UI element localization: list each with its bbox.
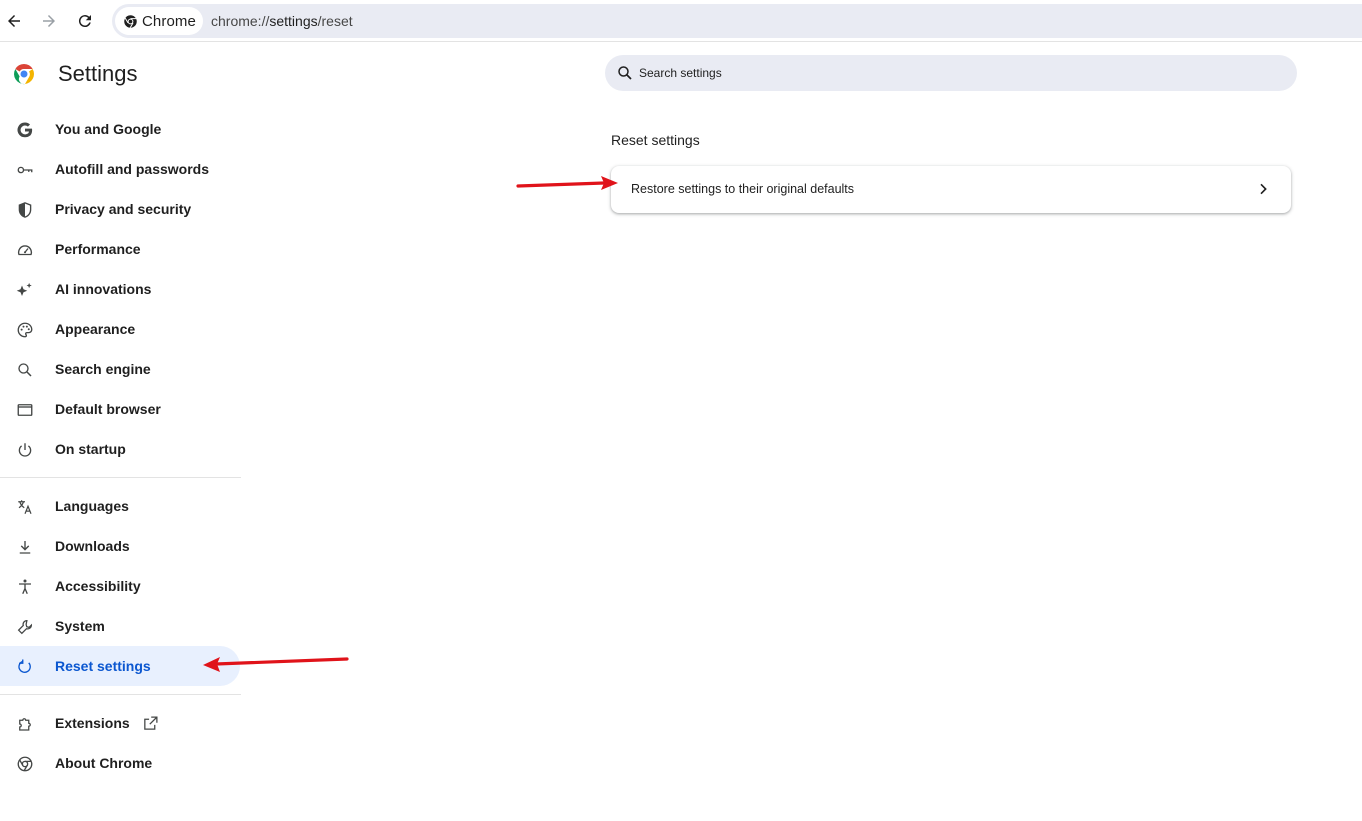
sidebar-item-accessibility[interactable]: Accessibility xyxy=(0,566,240,606)
open-in-new-icon xyxy=(144,716,158,730)
sidebar-item-autofill[interactable]: Autofill and passwords xyxy=(0,149,240,189)
sidebar-item-label: About Chrome xyxy=(55,755,153,771)
translate-icon xyxy=(15,497,34,516)
reload-button[interactable] xyxy=(73,9,97,33)
search-icon xyxy=(15,360,34,379)
key-icon xyxy=(15,160,34,179)
url-path: /reset xyxy=(317,13,353,29)
url-text[interactable]: chrome://settings/reset xyxy=(211,13,353,29)
annotation-arrow-to-restore-row xyxy=(516,176,618,190)
sidebar-item-reset-settings[interactable]: Reset settings xyxy=(0,646,240,686)
restore-defaults-row[interactable]: Restore settings to their original defau… xyxy=(611,166,1291,213)
sidebar-divider xyxy=(0,694,241,695)
browser-toolbar: Chrome chrome://settings/reset xyxy=(0,0,1362,42)
section-title: Reset settings xyxy=(611,132,700,148)
chrome-icon xyxy=(15,754,34,773)
arrow-left-icon xyxy=(8,15,20,27)
wrench-icon xyxy=(15,617,34,636)
search-icon xyxy=(618,66,632,80)
sidebar-item-label: On startup xyxy=(55,441,126,457)
sidebar-item-label: Languages xyxy=(55,498,129,514)
url-host: settings xyxy=(269,13,318,29)
sidebar-item-ai-innovations[interactable]: AI innovations xyxy=(0,269,240,309)
google-g-icon xyxy=(15,120,34,139)
sidebar-item-appearance[interactable]: Appearance xyxy=(0,309,240,349)
sidebar-item-languages[interactable]: Languages xyxy=(0,486,240,526)
sidebar-item-you-and-google[interactable]: You and Google xyxy=(0,109,240,149)
sidebar-item-downloads[interactable]: Downloads xyxy=(0,526,240,566)
settings-header: Settings xyxy=(12,60,138,88)
download-icon xyxy=(15,537,34,556)
palette-icon xyxy=(15,320,34,339)
sidebar-item-label: Extensions xyxy=(55,715,130,731)
reset-icon xyxy=(15,657,34,676)
sidebar-item-label: Reset settings xyxy=(55,658,151,674)
accessibility-icon xyxy=(15,577,34,596)
sidebar-item-on-startup[interactable]: On startup xyxy=(0,429,240,469)
sidebar-item-extensions[interactable]: Extensions xyxy=(0,703,240,743)
search-input[interactable] xyxy=(639,55,1279,91)
power-icon xyxy=(15,440,34,459)
sidebar-item-label: Performance xyxy=(55,241,141,257)
sidebar-item-about-chrome[interactable]: About Chrome xyxy=(0,743,240,783)
sidebar-item-label: Accessibility xyxy=(55,578,141,594)
sidebar-item-search-engine[interactable]: Search engine xyxy=(0,349,240,389)
puzzle-icon xyxy=(15,714,34,733)
shield-icon xyxy=(15,200,34,219)
sidebar-item-label: Privacy and security xyxy=(55,201,192,217)
sidebar-item-label: AI innovations xyxy=(55,281,152,297)
reload-icon xyxy=(78,15,91,28)
sidebar-item-performance[interactable]: Performance xyxy=(0,229,240,269)
sparkle-icon xyxy=(15,280,34,299)
arrow-right-icon xyxy=(43,15,55,27)
sidebar-item-label: Default browser xyxy=(55,401,161,417)
site-info-label: Chrome xyxy=(142,12,196,30)
sidebar-item-label: Appearance xyxy=(55,321,136,337)
restore-defaults-label: Restore settings to their original defau… xyxy=(631,182,855,196)
chevron-right-icon xyxy=(1260,183,1267,195)
chrome-logo-icon xyxy=(124,14,137,28)
sidebar-item-default-browser[interactable]: Default browser xyxy=(0,389,240,429)
page-title: Settings xyxy=(58,61,138,86)
sidebar-item-system[interactable]: System xyxy=(0,606,240,646)
sidebar-item-label: Search engine xyxy=(55,361,151,377)
url-scheme: chrome:// xyxy=(211,13,270,29)
sidebar-item-privacy[interactable]: Privacy and security xyxy=(0,189,240,229)
sidebar-item-label: Downloads xyxy=(55,538,130,554)
search-box[interactable] xyxy=(605,55,1297,91)
forward-button[interactable] xyxy=(37,9,61,33)
chrome-logo-icon xyxy=(14,64,34,85)
back-button[interactable] xyxy=(2,9,26,33)
sidebar-divider xyxy=(0,477,241,478)
sidebar-item-label: Autofill and passwords xyxy=(55,161,210,177)
sidebar-item-label: System xyxy=(55,618,105,634)
site-info-chip[interactable]: Chrome xyxy=(115,7,203,35)
address-bar[interactable]: Chrome chrome://settings/reset xyxy=(112,4,1362,38)
sidebar-item-label: You and Google xyxy=(55,121,162,137)
speedometer-icon xyxy=(15,240,34,259)
browser-window-icon xyxy=(15,400,34,419)
